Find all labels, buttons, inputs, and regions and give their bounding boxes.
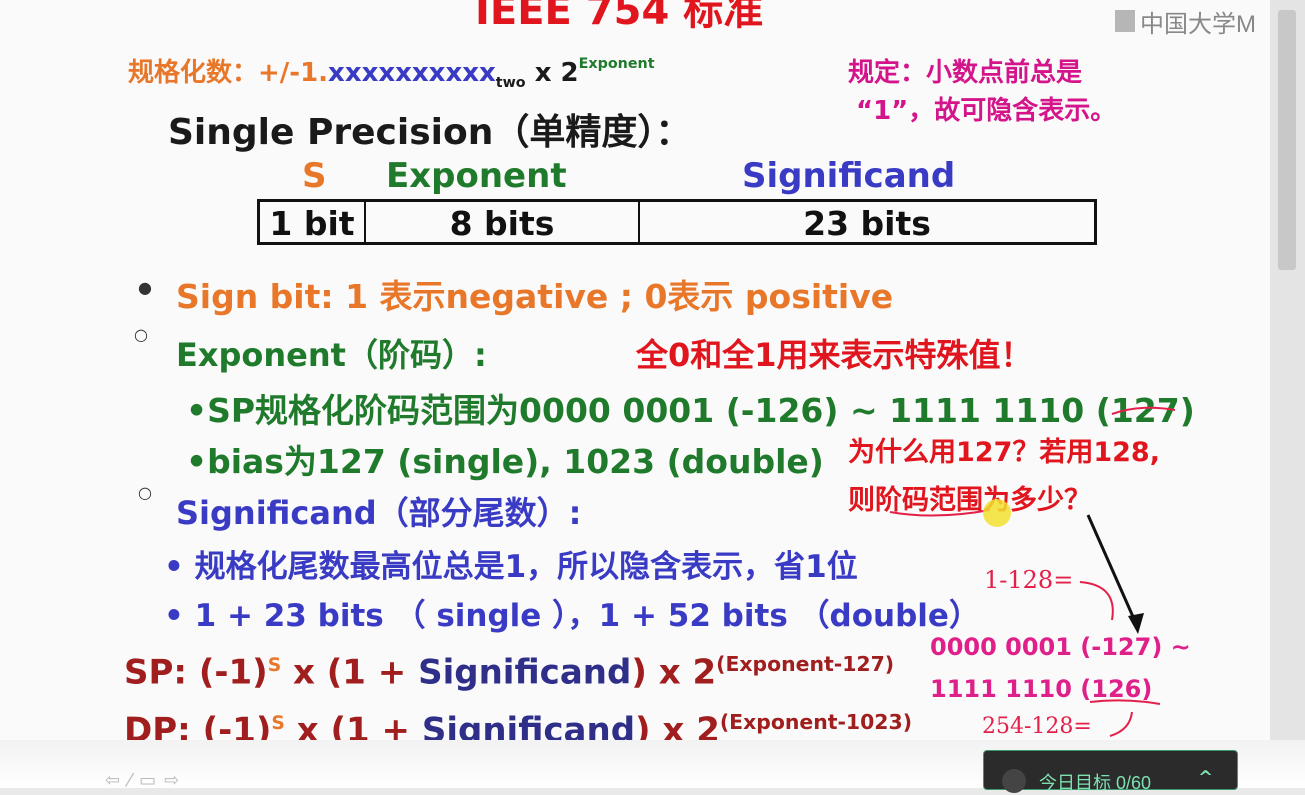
- cursor-highlight: [983, 499, 1011, 527]
- daily-goal-widget[interactable]: 今日目标 0/60 ^: [983, 750, 1238, 793]
- scrollbar-thumb[interactable]: [1278, 10, 1296, 270]
- goal-progress-icon: [1002, 769, 1026, 793]
- handwritten-underline-127: [1111, 406, 1176, 415]
- handwritten-curve-arrow: [1079, 581, 1114, 621]
- annotation-arrows: [889, 406, 1176, 737]
- watermark: 中国大学M: [1140, 11, 1256, 38]
- handwritten-underline-question: [889, 509, 991, 517]
- handwritten-underline-126: [1089, 699, 1161, 705]
- goal-label: 今日目标 0/60: [1039, 773, 1152, 793]
- slide: IEEE 754 标准 规格化数：+/-1.xxxxxxxxxxtwo x 2E…: [0, 0, 1305, 788]
- pointer-arrow-head: [1128, 613, 1144, 634]
- chevron-up-icon[interactable]: ^: [1198, 767, 1213, 788]
- mooc-logo-icon: [1115, 10, 1135, 32]
- handwritten-up-arrow: [1109, 711, 1133, 737]
